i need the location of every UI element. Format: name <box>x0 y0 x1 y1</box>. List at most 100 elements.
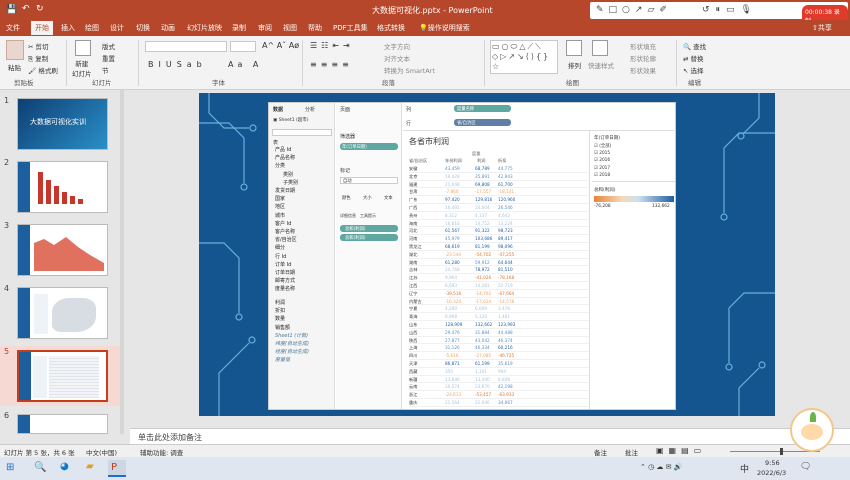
format-painter-button[interactable]: 🖌 格式刷 <box>28 65 58 75</box>
shape-effects-button[interactable]: 形状效果 <box>630 65 656 75</box>
slide-thumbnail[interactable] <box>17 414 108 434</box>
measure-field[interactable]: 数量 <box>275 315 285 322</box>
quick-styles-icon[interactable] <box>592 40 608 56</box>
tab-review[interactable]: 审阅 <box>258 23 272 33</box>
measure-field[interactable]: Sheet1 (计数) <box>275 332 308 339</box>
measure-field[interactable]: 利润 <box>275 299 285 306</box>
mascot-avatar[interactable] <box>790 408 834 452</box>
slide-thumbnail[interactable] <box>17 224 108 276</box>
data-source[interactable]: ▣ Sheet1 (超市) <box>273 117 309 123</box>
mark-pill[interactable]: 总和(利润) <box>340 225 398 232</box>
font-size-adjust-icon[interactable]: A^ Aˇ Aø <box>262 41 299 50</box>
language-indicator[interactable]: 中文(中国) <box>86 447 117 457</box>
replace-button[interactable]: ⇄ 替换 <box>683 53 704 63</box>
measure-field[interactable]: 经度(自动生成) <box>275 348 309 355</box>
clock-time[interactable]: 9:56 <box>765 459 780 467</box>
redo-icon[interactable]: ↻ <box>36 4 44 14</box>
dimension-field[interactable]: 订单 Id <box>275 261 291 268</box>
slide-thumbnails-pane[interactable]: 1 大数据可视化实训 2 3 4 5 6 <box>0 90 124 434</box>
slide-thumbnail[interactable]: 大数据可视化实训 <box>17 98 108 150</box>
dimension-field[interactable]: 产品 Id <box>275 146 291 153</box>
tab-search[interactable]: 💡操作说明搜索 <box>419 23 470 33</box>
font-name-input[interactable] <box>145 41 227 52</box>
tab-animations[interactable]: 动画 <box>161 23 175 33</box>
paste-button[interactable]: 粘贴 <box>8 62 21 72</box>
copy-button[interactable]: ⎘ 复制 <box>28 53 48 64</box>
arrange-icon[interactable] <box>566 40 582 56</box>
undo-icon[interactable]: ↶ <box>22 4 30 14</box>
dimension-field[interactable]: 发货日期 <box>275 187 295 194</box>
arrange-button[interactable]: 排列 <box>568 60 581 70</box>
tray-icons[interactable]: ⌃ ◷ ☁ ✉ 🔊 <box>640 463 682 471</box>
search-icon[interactable]: 🔍 <box>34 462 46 473</box>
view-buttons-icon[interactable]: ▣▦▤▭ <box>656 446 706 455</box>
new-slide-icon[interactable] <box>75 40 91 56</box>
powerpoint-taskbar-button[interactable]: P <box>108 460 126 477</box>
ime-indicator[interactable]: 中 <box>740 462 749 475</box>
color-button[interactable]: 颜色 <box>342 195 351 201</box>
font-style-icons[interactable]: BIUSab <box>148 60 207 69</box>
mark-pill[interactable]: 总和(利润) <box>340 234 398 241</box>
share-button[interactable]: ⇧共享 <box>812 23 832 33</box>
comments-toggle[interactable]: 批注 <box>625 447 638 457</box>
shapes-gallery[interactable]: ▭○⬭△⟋⟍ ◇▷↗↘⟨⟩{}☆ <box>490 40 558 74</box>
detail-button[interactable]: 详细信息 <box>340 213 356 219</box>
text-direction-button[interactable]: 文字方向 <box>384 41 410 51</box>
new-slide-button[interactable]: 新建 幻灯片 <box>72 58 92 78</box>
size-button[interactable]: 大小 <box>363 195 372 201</box>
reset-button[interactable]: 重置 <box>102 53 115 63</box>
dimension-field[interactable]: 类别 <box>283 171 293 178</box>
text-button[interactable]: 文本 <box>384 195 393 201</box>
dimension-field[interactable]: 邮寄方式 <box>275 277 295 284</box>
cut-button[interactable]: ✂ 剪切 <box>28 41 49 51</box>
tab-draw[interactable]: 绘图 <box>85 23 99 33</box>
dimension-field[interactable]: 订单日期 <box>275 269 295 276</box>
align-icons[interactable]: ≡≡≡≡ <box>310 60 353 69</box>
paste-icon[interactable] <box>6 40 24 60</box>
columns-pill[interactable]: 度量名称 <box>454 105 511 112</box>
slide-thumbnail[interactable] <box>17 287 108 339</box>
filter-pill[interactable]: 年(订单日期) <box>340 143 398 150</box>
year-checkbox[interactable]: ☑ (全部) <box>594 143 611 149</box>
find-button[interactable]: 🔍 查找 <box>683 41 706 51</box>
dimension-field[interactable]: 省/自治区 <box>275 236 297 243</box>
tab-analysis[interactable]: 分析 <box>305 106 315 113</box>
record-controls-icon[interactable]: ↺⏸▭🎙 <box>702 5 758 15</box>
measure-field[interactable]: 度量值 <box>275 356 290 363</box>
accessibility-status[interactable]: 辅助功能: 调查 <box>140 447 183 457</box>
tab-record[interactable]: 录制 <box>232 23 246 33</box>
zoom-slider-thumb[interactable] <box>780 448 783 455</box>
measure-field[interactable]: 销售额 <box>275 324 290 331</box>
measure-field[interactable]: 纬度(自动生成) <box>275 340 309 347</box>
section-button[interactable]: 节 <box>102 65 109 75</box>
tab-home[interactable]: 开始 <box>31 21 53 35</box>
mark-type-select[interactable]: 自动 <box>340 177 398 184</box>
tab-pdf-tools[interactable]: PDF工具集 <box>333 23 368 33</box>
dimension-field[interactable]: 细分 <box>275 244 285 251</box>
smartart-button[interactable]: 转换为 SmartArt <box>384 65 435 75</box>
tab-slideshow[interactable]: 幻灯片放映 <box>187 23 222 33</box>
dimension-field[interactable]: 行 Id <box>275 253 286 260</box>
tab-view[interactable]: 视图 <box>283 23 297 33</box>
dimension-field[interactable]: 客户名称 <box>275 228 295 235</box>
notes-toggle[interactable]: 备注 <box>594 447 607 457</box>
year-checkbox[interactable]: ☑ 2017 <box>594 166 610 171</box>
dimension-field[interactable]: 产品名称 <box>275 154 295 161</box>
list-icons[interactable]: ☰☷⇤⇥ <box>310 41 354 50</box>
notes-placeholder[interactable]: 单击此处添加备注 <box>138 432 202 443</box>
slide-canvas[interactable]: 数据 分析 ▣ Sheet1 (超市) 表 产品 Id 产品名称 分类 类别 子类别 发货… <box>199 93 775 416</box>
shape-outline-button[interactable]: 形状轮廓 <box>630 53 656 63</box>
field-search-input[interactable] <box>272 129 332 136</box>
tooltip-button[interactable]: 工具提示 <box>360 213 376 219</box>
shape-fill-button[interactable]: 形状填充 <box>630 41 656 51</box>
slide-thumbnail[interactable] <box>17 161 108 213</box>
tab-format-convert[interactable]: 格式转换 <box>377 23 405 33</box>
align-text-button[interactable]: 对齐文本 <box>384 53 410 63</box>
tab-file[interactable]: 文件 <box>6 23 20 33</box>
tab-insert[interactable]: 插入 <box>61 23 75 33</box>
tab-data[interactable]: 数据 <box>273 106 283 113</box>
measure-field[interactable]: 折扣 <box>275 307 285 314</box>
year-checkbox[interactable]: ☑ 2018 <box>594 173 610 178</box>
notification-icon[interactable]: 🗨 <box>800 462 811 472</box>
dimension-field[interactable]: 子类别 <box>283 179 298 186</box>
